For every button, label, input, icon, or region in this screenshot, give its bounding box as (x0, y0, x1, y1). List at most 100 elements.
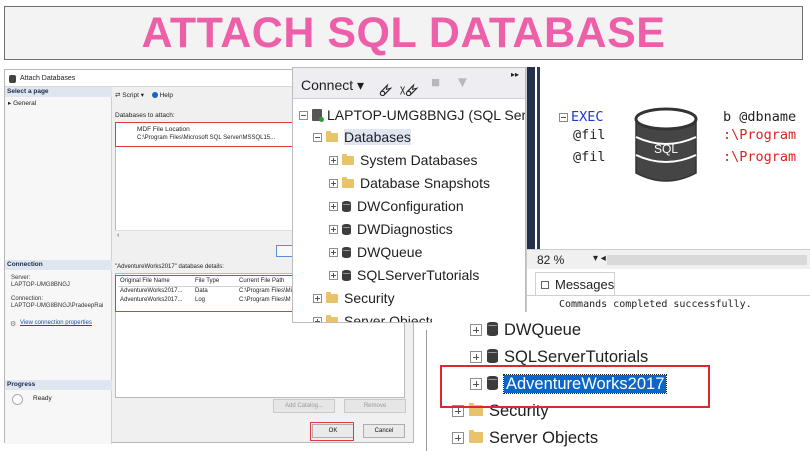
details-row-log-filename[interactable]: AdventureWorks2017... (120, 297, 183, 303)
remove-button[interactable]: Remove (344, 399, 406, 413)
details-row-data-filename[interactable]: AdventureWorks2017... (120, 288, 183, 294)
server-node-label: LAPTOP-UMG8BNGJ (SQL Serv (327, 107, 526, 123)
server-label: Server: (11, 275, 31, 281)
messages-tab[interactable]: Messages (535, 272, 615, 296)
code-path-2[interactable]: :\Program (723, 149, 796, 165)
collapse-icon[interactable] (299, 111, 308, 120)
code-collapse-icon[interactable] (559, 113, 568, 122)
select-page-header: Select a page (5, 87, 112, 97)
code-path-1[interactable]: :\Program (723, 127, 796, 143)
db-sqlservertutorials-label: SQLServerTutorials (357, 267, 480, 283)
database-icon (487, 322, 498, 336)
server-objects-label: Server Objects (344, 313, 437, 323)
expand-icon[interactable] (329, 179, 338, 188)
zoom-divider (426, 330, 427, 451)
explorer-toolbar: Connect ▾ 🜸 ᵡ🜸 ■ ▼ ▸▸ (293, 68, 525, 100)
editor-horizontal-scrollbar[interactable] (607, 255, 807, 265)
details-header-filepath: Current File Path (239, 278, 285, 284)
tree-databases[interactable]: Databases (313, 126, 411, 148)
expand-icon[interactable] (313, 317, 322, 322)
code-param-2[interactable]: @fil (573, 149, 606, 165)
details-row-log-filetype[interactable]: Log (195, 297, 205, 303)
tree-system-databases[interactable]: System Databases (329, 149, 478, 171)
disconnect-icon[interactable]: ᵡ🜸 (400, 74, 419, 105)
folder-icon (342, 154, 354, 165)
filter-icon[interactable]: ▼ (455, 74, 470, 91)
tree-server-objects[interactable]: Server Objects (313, 310, 437, 323)
code-dbname[interactable]: b @dbname (723, 109, 796, 125)
system-databases-label: System Databases (360, 152, 478, 168)
tree-db-dwqueue[interactable]: DWQueue (329, 241, 422, 263)
properties-icon: ⚙ (10, 321, 17, 328)
tree-database-snapshots[interactable]: Database Snapshots (329, 172, 490, 194)
tree-db-dwdiagnostics[interactable]: DWDiagnostics (329, 218, 453, 240)
zoom-db-dwqueue[interactable]: DWQueue (470, 317, 581, 343)
connect-plug-icon[interactable]: 🜸 (379, 74, 393, 105)
collapse-icon[interactable] (313, 133, 322, 142)
script-button[interactable]: ⇄ Script ▾ (115, 92, 144, 99)
view-connection-properties-label: View connection properties (20, 320, 92, 326)
expand-icon[interactable] (329, 248, 338, 257)
code-exec[interactable]: EXEC (571, 109, 604, 125)
mdf-file-path[interactable]: C:\Program Files\Microsoft SQL Server\MS… (137, 135, 275, 141)
cancel-button[interactable]: Cancel (363, 424, 405, 438)
expand-icon[interactable] (329, 271, 338, 280)
tree-security[interactable]: Security (313, 287, 395, 309)
zoom-server-objects[interactable]: Server Objects (452, 425, 598, 451)
database-icon (487, 349, 498, 363)
zoom-bar: 82 % ▾ ◂ (527, 249, 810, 269)
expand-icon[interactable] (470, 324, 482, 336)
stop-icon[interactable]: ■ (431, 74, 440, 91)
db-dwconfiguration-label: DWConfiguration (357, 198, 464, 214)
folder-icon (326, 315, 338, 322)
title-banner: ATTACH SQL DATABASE (4, 6, 803, 60)
security-label: Security (344, 290, 395, 306)
details-header-filename: Original File Name (120, 278, 170, 284)
zoom-dropdown-icon[interactable]: ▾ ◂ (593, 253, 606, 264)
expand-icon[interactable] (329, 156, 338, 165)
db-dwqueue-label: DWQueue (357, 244, 423, 260)
help-button[interactable]: Help (160, 92, 173, 99)
details-row-data-filetype[interactable]: Data (195, 288, 208, 294)
folder-icon (342, 177, 354, 188)
page-general[interactable]: ▸ General (8, 99, 36, 107)
view-connection-properties-link[interactable]: ⚙ View connection properties (10, 320, 92, 328)
database-icon (342, 270, 351, 281)
details-header-divider (118, 286, 298, 287)
expand-icon[interactable] (452, 432, 464, 444)
server-value: LAPTOP-UMG8BNGJ (11, 282, 70, 288)
messages-icon (541, 281, 549, 289)
ok-highlight-box (310, 422, 354, 441)
expand-icon[interactable] (329, 225, 338, 234)
expand-icon[interactable] (470, 351, 482, 363)
expand-icon[interactable] (313, 294, 322, 303)
progress-status: Ready (33, 395, 52, 402)
grid-horizontal-scrollbar[interactable]: ‹ (115, 230, 295, 240)
code-param-1[interactable]: @fil (573, 127, 606, 143)
messages-divider (527, 295, 810, 296)
details-row-data-filepath[interactable]: C:\Program Files\Mi (239, 288, 292, 294)
script-label: Script (122, 92, 139, 99)
expand-icon[interactable] (329, 202, 338, 211)
database-icon (9, 75, 16, 83)
zoom-level[interactable]: 82 % (537, 253, 564, 267)
query-editor: EXEC b @dbname @fil :\Program @fil :\Pro… (526, 67, 810, 323)
add-catalog-button[interactable]: Add Catalog... (273, 399, 335, 413)
tree-db-dwconfiguration[interactable]: DWConfiguration (329, 195, 464, 217)
tree-db-sqlservertutorials[interactable]: SQLServerTutorials (329, 264, 479, 286)
sql-icon-text: SQL (654, 142, 678, 156)
tree-server-node[interactable]: LAPTOP-UMG8BNGJ (SQL Serv (299, 104, 526, 126)
database-icon (342, 247, 351, 258)
sql-database-icon: SQL (634, 107, 698, 182)
progress-spinner-icon (12, 394, 23, 405)
database-icon (342, 201, 351, 212)
overflow-icon[interactable]: ▸▸ (511, 70, 519, 79)
connect-button[interactable]: Connect ▾ (301, 77, 364, 94)
mdf-column-header: MDF File Location (137, 126, 190, 133)
zoom-sqlservertutorials-label: SQLServerTutorials (504, 348, 649, 366)
dialog-title: Attach Databases (20, 75, 76, 82)
details-header-filetype: File Type (195, 278, 220, 284)
progress-header: Progress (5, 380, 112, 390)
zoom-dwqueue-label: DWQueue (504, 321, 582, 339)
details-row-log-filepath[interactable]: C:\Program Files\M (239, 297, 291, 303)
